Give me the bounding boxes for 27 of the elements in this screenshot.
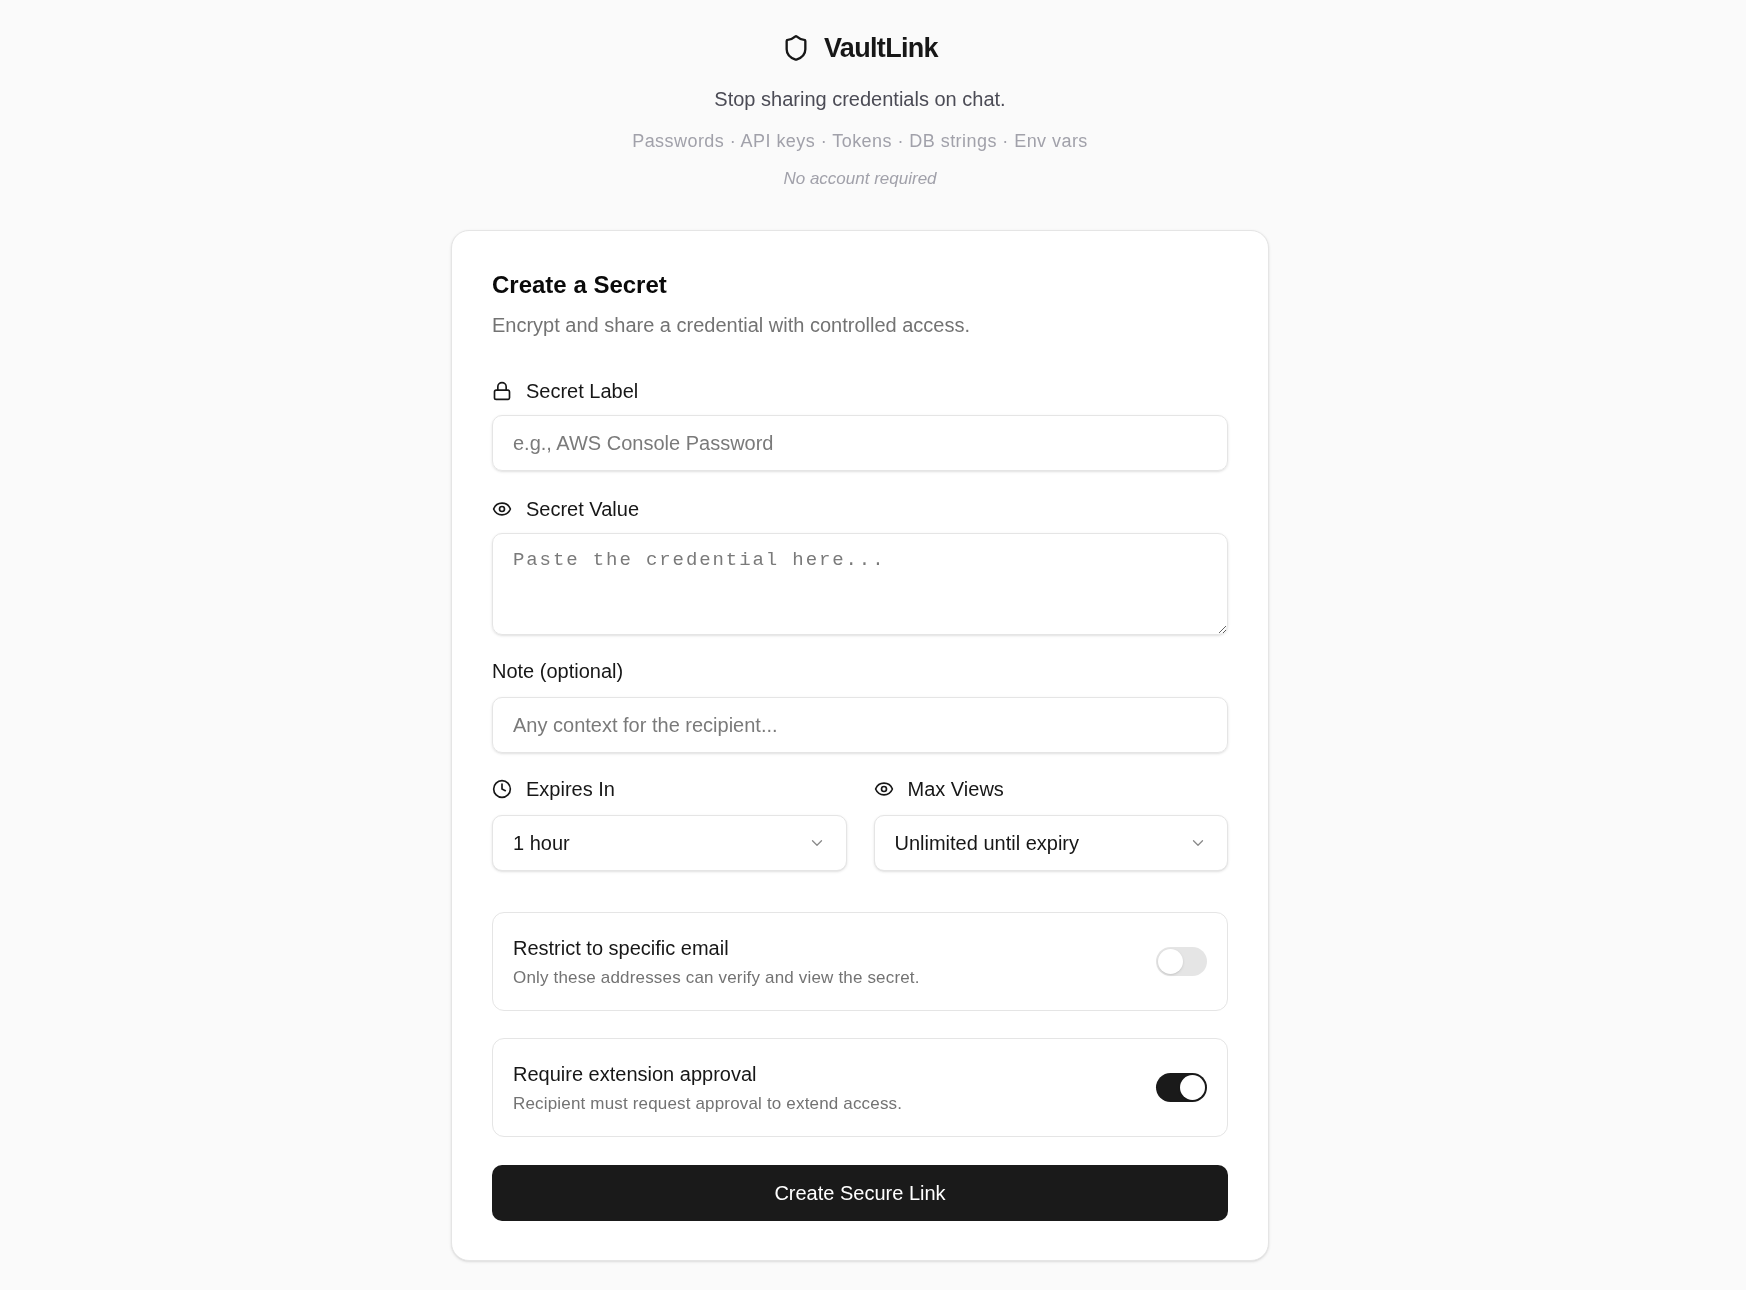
eye-icon	[492, 499, 512, 519]
field-label: Expires In	[526, 777, 615, 802]
eye-icon	[873, 779, 894, 799]
field-label: Secret Label	[526, 379, 639, 404]
field-label: Secret Value	[526, 497, 640, 522]
note-input[interactable]: Any context for the recipient...	[492, 697, 1228, 753]
form-title: Create a Secret	[492, 270, 668, 300]
lock-icon	[492, 381, 512, 401]
supported-types: Passwords · API keys · Tokens · DB strings · Env vars	[632, 130, 1088, 153]
field-label: Max Views	[907, 777, 1004, 802]
option-description: Only these addresses can verify and view the secret.	[513, 966, 920, 989]
secret-label-input[interactable]: e.g., AWS Console Password	[492, 415, 1228, 471]
toggle-switch[interactable]	[1156, 1073, 1207, 1102]
account-note: No account required	[783, 168, 937, 190]
option-title: Require extension approval	[513, 1061, 758, 1087]
max-views-select[interactable]: Unlimited until expiry	[873, 815, 1228, 871]
field-label: Note (optional)	[492, 659, 624, 684]
create-link-button[interactable]: Create Secure Link	[492, 1165, 1228, 1221]
expires-select[interactable]: 1 hour	[492, 815, 847, 871]
app-title: VaultLink	[824, 34, 938, 62]
secret-value-textarea[interactable]: Paste the credential here...	[492, 533, 1228, 635]
option-title: Restrict to specific email	[513, 935, 730, 961]
clock-icon	[492, 779, 512, 799]
option-description: Recipient must request approval to extend access.	[513, 1092, 903, 1115]
form-subtitle: Encrypt and share a credential with controlled access.	[492, 313, 972, 338]
tagline: Stop sharing credentials on chat.	[714, 87, 1006, 112]
toggle-switch[interactable]	[1156, 947, 1207, 976]
